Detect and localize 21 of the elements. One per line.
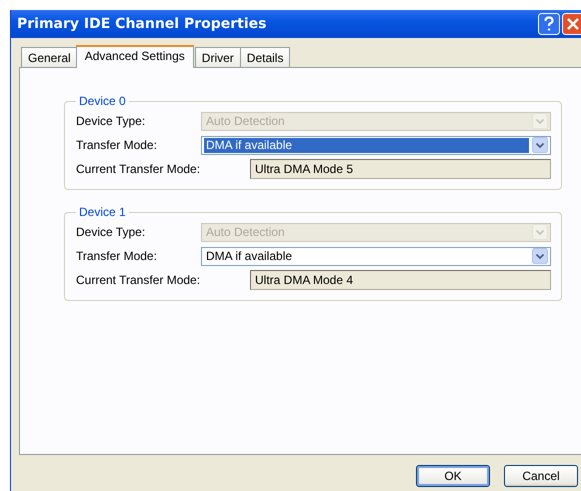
close-icon[interactable]	[562, 13, 581, 35]
field-label: Device Type:	[76, 225, 146, 239]
window-title: Primary IDE Channel Properties	[17, 16, 266, 32]
field-label: Current Transfer Mode:	[76, 273, 202, 287]
help-icon[interactable]	[538, 13, 560, 35]
tab[interactable]: Advanced Settings	[76, 45, 194, 68]
tab[interactable]: General	[21, 47, 78, 67]
read-only-field: Ultra DMA Mode 4	[250, 270, 551, 290]
field-label: Transfer Mode:	[76, 249, 158, 263]
group-title: Device 0	[78, 94, 127, 108]
dialog-button[interactable]: Cancel	[504, 465, 578, 487]
transfer-mode-dropdown[interactable]: DMA if available	[201, 136, 551, 154]
read-only-field: Ultra DMA Mode 5	[250, 159, 551, 179]
field-label: Device Type:	[76, 114, 146, 128]
field-label: Current Transfer Mode:	[76, 162, 202, 176]
tab[interactable]: Details	[240, 47, 290, 67]
tab[interactable]: Driver	[194, 47, 241, 67]
dialog-button[interactable]: OK	[416, 465, 490, 487]
field-label: Transfer Mode:	[76, 138, 158, 152]
transfer-mode-dropdown[interactable]: DMA if available	[201, 246, 551, 266]
group-title: Device 1	[78, 205, 127, 219]
